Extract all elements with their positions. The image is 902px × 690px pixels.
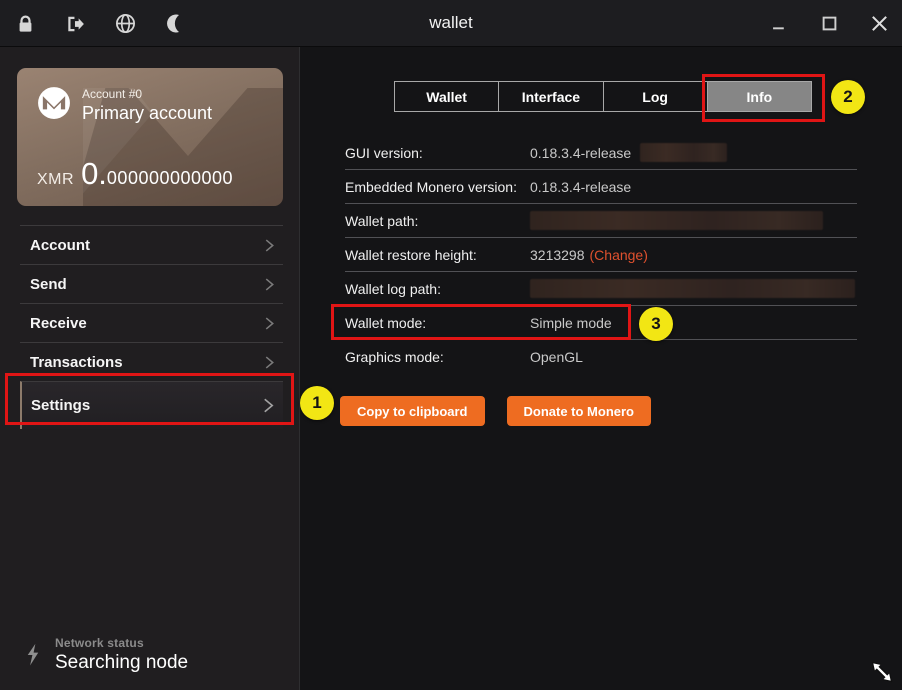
window-controls bbox=[766, 0, 892, 47]
info-actions: Copy to clipboard Donate to Monero bbox=[340, 396, 651, 426]
monero-logo-icon bbox=[37, 86, 71, 120]
tab-log[interactable]: Log bbox=[604, 82, 708, 111]
chevron-right-icon bbox=[264, 317, 275, 330]
info-row-graphics-mode: Graphics mode: OpenGL bbox=[345, 340, 857, 374]
account-card[interactable]: Account #0 Primary account XMR 0. 000000… bbox=[17, 68, 283, 206]
info-label: Wallet mode: bbox=[345, 315, 530, 331]
menu-label: Receive bbox=[30, 315, 87, 332]
balance: XMR 0. 000000000000 bbox=[37, 156, 233, 192]
sidebar-item-receive[interactable]: Receive bbox=[20, 303, 283, 342]
menu-label: Send bbox=[30, 276, 67, 293]
account-number-label: Account #0 bbox=[82, 87, 212, 101]
info-row-embedded-version: Embedded Monero version: 0.18.3.4-releas… bbox=[345, 170, 857, 204]
resize-cursor-icon bbox=[869, 659, 895, 685]
info-value: OpenGL bbox=[530, 349, 583, 365]
settings-tabbar: Wallet Interface Log Info bbox=[394, 81, 812, 112]
wallet-window: wallet bbox=[0, 0, 902, 690]
network-status-value: Searching node bbox=[55, 652, 188, 674]
balance-fraction: 000000000000 bbox=[107, 168, 233, 189]
close-button[interactable] bbox=[866, 11, 892, 37]
info-value: Simple mode bbox=[530, 315, 612, 331]
info-row-wallet-mode: Wallet mode: Simple mode bbox=[345, 306, 857, 340]
info-label: Graphics mode: bbox=[345, 349, 530, 365]
chevron-right-icon bbox=[264, 278, 275, 291]
sidebar: Account #0 Primary account XMR 0. 000000… bbox=[0, 47, 300, 690]
tab-info[interactable]: Info bbox=[708, 82, 811, 111]
info-row-gui-version: GUI version: 0.18.3.4-release bbox=[345, 136, 857, 170]
redacted-value bbox=[530, 211, 823, 230]
minimize-button[interactable] bbox=[766, 11, 792, 37]
lightning-bolt-icon bbox=[26, 643, 40, 667]
donate-to-monero-button[interactable]: Donate to Monero bbox=[507, 396, 652, 426]
redacted-value bbox=[640, 143, 727, 162]
balance-whole: 0. bbox=[81, 156, 107, 192]
chevron-right-icon bbox=[264, 356, 275, 369]
currency-label: XMR bbox=[37, 171, 74, 189]
annotation-badge-3: 3 bbox=[639, 307, 673, 341]
info-value: 0.18.3.4-release bbox=[530, 179, 631, 195]
redacted-value bbox=[530, 279, 855, 298]
chevron-right-icon bbox=[262, 398, 275, 413]
sidebar-item-settings[interactable]: Settings bbox=[20, 381, 283, 429]
annotation-badge-2: 2 bbox=[831, 80, 865, 114]
info-label: GUI version: bbox=[345, 145, 530, 161]
settings-panel: Wallet Interface Log Info GUI version: 0… bbox=[300, 47, 902, 690]
info-row-log-path: Wallet log path: bbox=[345, 272, 857, 306]
info-value: 3213298 bbox=[530, 247, 585, 263]
sidebar-item-account[interactable]: Account bbox=[20, 225, 283, 264]
sidebar-menu: Account Send Receive Transactions Settin… bbox=[20, 225, 283, 429]
menu-label: Account bbox=[30, 237, 90, 254]
network-status-label: Network status bbox=[55, 636, 188, 650]
tab-interface[interactable]: Interface bbox=[499, 82, 603, 111]
info-value: 0.18.3.4-release bbox=[530, 145, 631, 161]
info-label: Wallet path: bbox=[345, 213, 530, 229]
titlebar: wallet bbox=[0, 0, 902, 47]
annotation-badge-1: 1 bbox=[300, 386, 334, 420]
info-row-wallet-path: Wallet path: bbox=[345, 204, 857, 238]
maximize-button[interactable] bbox=[816, 11, 842, 37]
menu-label: Transactions bbox=[30, 354, 123, 371]
tab-wallet[interactable]: Wallet bbox=[395, 82, 499, 111]
copy-to-clipboard-button[interactable]: Copy to clipboard bbox=[340, 396, 485, 426]
menu-label: Settings bbox=[31, 397, 90, 414]
info-label: Embedded Monero version: bbox=[345, 179, 530, 195]
info-label: Wallet restore height: bbox=[345, 247, 530, 263]
sidebar-item-send[interactable]: Send bbox=[20, 264, 283, 303]
info-table: GUI version: 0.18.3.4-release Embedded M… bbox=[345, 136, 857, 374]
change-restore-height-link[interactable]: (Change) bbox=[590, 247, 648, 263]
chevron-right-icon bbox=[264, 239, 275, 252]
network-status[interactable]: Network status Searching node bbox=[26, 636, 188, 674]
sidebar-item-transactions[interactable]: Transactions bbox=[20, 342, 283, 381]
info-label: Wallet log path: bbox=[345, 281, 530, 297]
account-name: Primary account bbox=[82, 103, 212, 124]
info-row-restore-height: Wallet restore height: 3213298 (Change) bbox=[345, 238, 857, 272]
